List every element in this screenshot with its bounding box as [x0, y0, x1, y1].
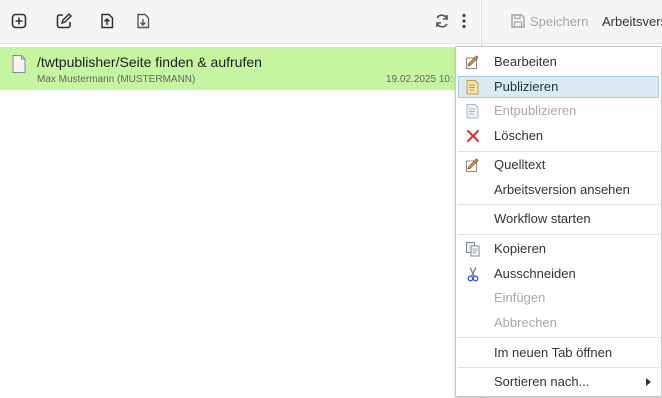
- scissors-icon: [465, 266, 481, 282]
- list-item[interactable]: /twtpublisher/Seite finden & aufrufen Ma…: [0, 47, 480, 90]
- more-vertical-icon[interactable]: [455, 12, 473, 30]
- menu-item-kopieren[interactable]: Kopieren: [458, 238, 659, 260]
- menu-separator: [458, 234, 659, 235]
- chevron-right-icon: [646, 378, 651, 386]
- save-icon: [511, 14, 525, 28]
- add-icon[interactable]: [10, 12, 28, 30]
- item-author: Max Mustermann (MUSTERMANN): [37, 74, 196, 85]
- item-date: 19.02.2025 10:: [386, 74, 453, 85]
- menu-item-publizieren[interactable]: Publizieren: [458, 76, 659, 98]
- document-list-pane: /twtpublisher/Seite finden & aufrufen Ma…: [0, 0, 480, 398]
- menu-separator: [458, 204, 659, 205]
- menu-separator: [458, 151, 659, 152]
- delete-x-icon: [465, 128, 481, 144]
- source-edit-icon: [465, 157, 481, 173]
- menu-item-quelltext[interactable]: Quelltext: [458, 154, 659, 176]
- refresh-icon[interactable]: [433, 12, 451, 30]
- menu-item-ausschneiden[interactable]: Ausschneiden: [458, 263, 659, 285]
- list-toolbar: [0, 0, 480, 44]
- unpublish-icon: [465, 103, 481, 119]
- menu-separator: [458, 337, 659, 338]
- upload-icon[interactable]: [98, 12, 116, 30]
- copy-icon: [465, 241, 481, 257]
- detail-toolbar: Speichern Arbeitsvers: [482, 0, 662, 44]
- menu-item-abbrechen[interactable]: Abbrechen: [458, 312, 659, 334]
- download-icon[interactable]: [134, 12, 152, 30]
- edit-pencil-icon: [465, 54, 481, 70]
- menu-item-einfuegen[interactable]: Einfügen: [458, 287, 659, 309]
- edit-icon[interactable]: [55, 12, 73, 30]
- arbeitsversion-tab[interactable]: Arbeitsvers: [602, 14, 662, 29]
- menu-item-arbeitsversion-ansehen[interactable]: Arbeitsversion ansehen: [458, 179, 659, 201]
- menu-item-sortieren-nach[interactable]: Sortieren nach...: [458, 371, 659, 393]
- menu-item-workflow-starten[interactable]: Workflow starten: [458, 208, 659, 230]
- menu-item-neuer-tab[interactable]: Im neuen Tab öffnen: [458, 342, 659, 364]
- item-title: /twtpublisher/Seite finden & aufrufen: [37, 54, 262, 70]
- menu-item-loeschen[interactable]: Löschen: [458, 125, 659, 147]
- document-icon: [12, 55, 26, 78]
- save-label: Speichern: [530, 14, 589, 29]
- menu-item-bearbeiten[interactable]: Bearbeiten: [458, 51, 659, 73]
- menu-separator: [458, 367, 659, 368]
- menu-item-entpublizieren[interactable]: Entpublizieren: [458, 100, 659, 122]
- context-menu: Bearbeiten Publizieren Entpublizieren Lö…: [455, 46, 662, 397]
- publish-icon: [465, 79, 481, 95]
